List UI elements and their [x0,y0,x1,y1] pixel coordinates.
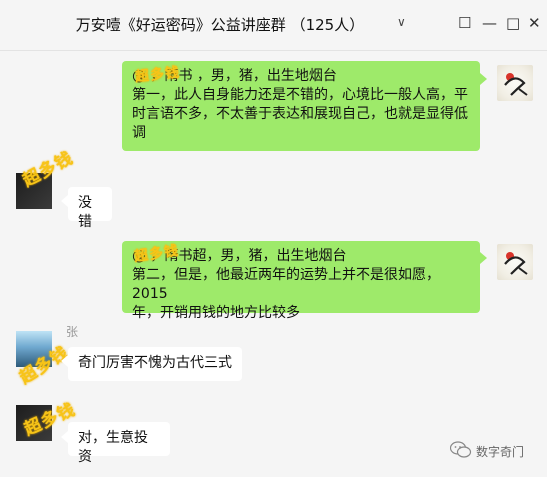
message-line: 第一，此人自身能力还是不错的，心境比一般人高，平 [132,87,468,103]
message-line: 年，开销用钱的地方比较多 [132,305,300,321]
sender-name: 张 [66,325,79,339]
my-avatar[interactable] [497,65,533,101]
close-button[interactable]: ✕ [528,14,541,32]
chat-title: 万安噎《好运密码》公益讲座群 （125人） [75,16,365,34]
message-text: 奇门厉害不愧为古代三式 [78,355,232,371]
bubble-tail [61,431,68,443]
bubble-tail [61,195,68,207]
message-line: @ ，隋书超，男，猪，出生地烟台 [132,248,347,264]
maximize-button[interactable]: □ [506,14,520,32]
bubble-tail [480,73,487,85]
bubble-tail [61,355,68,367]
message-bubble[interactable]: 奇门厉害不愧为古代三式 [68,347,242,381]
calligraphy-logo-icon [504,73,528,96]
calligraphy-logo-icon [504,252,528,275]
message-bubble[interactable]: 对，生意投资 [68,422,170,465]
bubble-tail [480,252,487,264]
my-avatar[interactable] [497,244,533,280]
message-line: @ ，隋书 ，男，猪，出生地烟台 [132,68,337,84]
chevron-down-icon[interactable]: ∨ [397,15,406,29]
message-line: 调 [132,125,146,141]
minimize-button[interactable]: — [482,14,497,32]
message-text: 没错 [78,195,92,230]
brand-name: 数字奇门 [476,445,525,459]
wechat-icon [450,441,472,458]
message-bubble[interactable]: 没错 [68,187,112,230]
message-list[interactable]: @ ，隋书 ，男，猪，出生地烟台 第一，此人自身能力还是不错的，心境比一般人高，… [0,51,547,477]
message-line: 时言语不多，不太善于表达和展现自己，也就是显得低 [132,106,468,122]
message-line: 第二，但是，他最近两年的运势上并不是很如愿，2015 [132,267,440,302]
message-text: 对，生意投资 [78,430,148,465]
pin-window-icon[interactable]: ☐ [458,14,471,32]
title-bar: 万安噎《好运密码》公益讲座群 （125人） ∨ ☐ — □ ✕ [0,0,547,51]
